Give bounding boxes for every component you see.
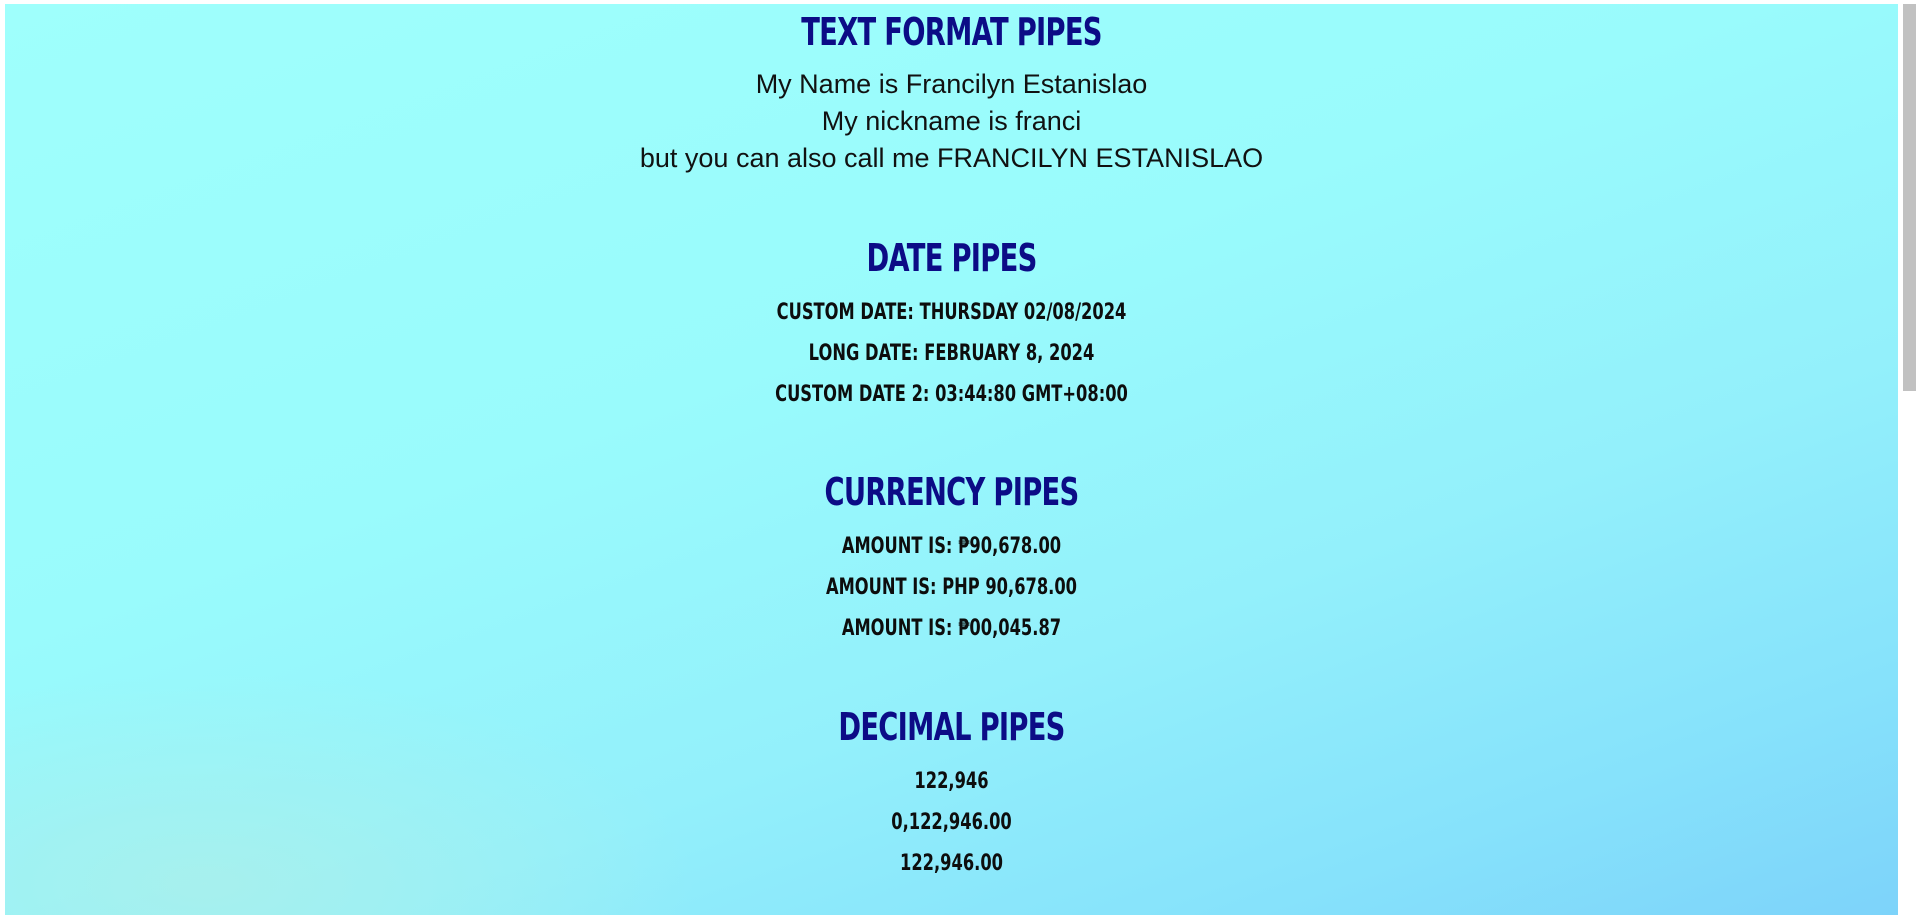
currency-line-digits: AMOUNT IS: ₱00,045.87 bbox=[841, 616, 1062, 641]
date-line-custom: CUSTOM DATE: THURSDAY 02/08/2024 bbox=[776, 300, 1127, 325]
currency-line-symbol: AMOUNT IS: ₱90,678.00 bbox=[841, 534, 1062, 559]
page-background: TEXT FORMAT PIPES My Name is Francilyn E… bbox=[5, 4, 1898, 915]
date-line-custom-2: CUSTOM DATE 2: 03:44:80 GMT+08:00 bbox=[775, 382, 1128, 407]
decimal-section: DECIMAL PIPES 122,946 0,122,946.00 122,9… bbox=[5, 705, 1898, 884]
currency-line-code: AMOUNT IS: PHP 90,678.00 bbox=[825, 575, 1078, 600]
date-title: DATE PIPES bbox=[866, 236, 1037, 280]
text-format-line-uppercase: but you can also call me FRANCILYN ESTAN… bbox=[639, 143, 1264, 173]
text-format-line-nickname: My nickname is franci bbox=[821, 106, 1082, 136]
text-format-line-name: My Name is Francilyn Estanislao bbox=[755, 69, 1148, 99]
decimal-title: DECIMAL PIPES bbox=[838, 705, 1065, 749]
decimal-line-padded: 0,122,946.00 bbox=[891, 810, 1012, 835]
date-line-long: LONG DATE: FEBRUARY 8, 2024 bbox=[808, 341, 1095, 366]
date-section: DATE PIPES CUSTOM DATE: THURSDAY 02/08/2… bbox=[5, 236, 1898, 415]
currency-section: CURRENCY PIPES AMOUNT IS: ₱90,678.00 AMO… bbox=[5, 470, 1898, 649]
text-format-section: TEXT FORMAT PIPES My Name is Francilyn E… bbox=[5, 10, 1898, 177]
decimal-line-fixed: 122,946.00 bbox=[900, 851, 1003, 876]
currency-title: CURRENCY PIPES bbox=[824, 470, 1079, 514]
scrollbar-thumb[interactable] bbox=[1903, 4, 1916, 391]
text-format-title: TEXT FORMAT PIPES bbox=[801, 10, 1102, 54]
decimal-line-default: 122,946 bbox=[914, 769, 989, 794]
